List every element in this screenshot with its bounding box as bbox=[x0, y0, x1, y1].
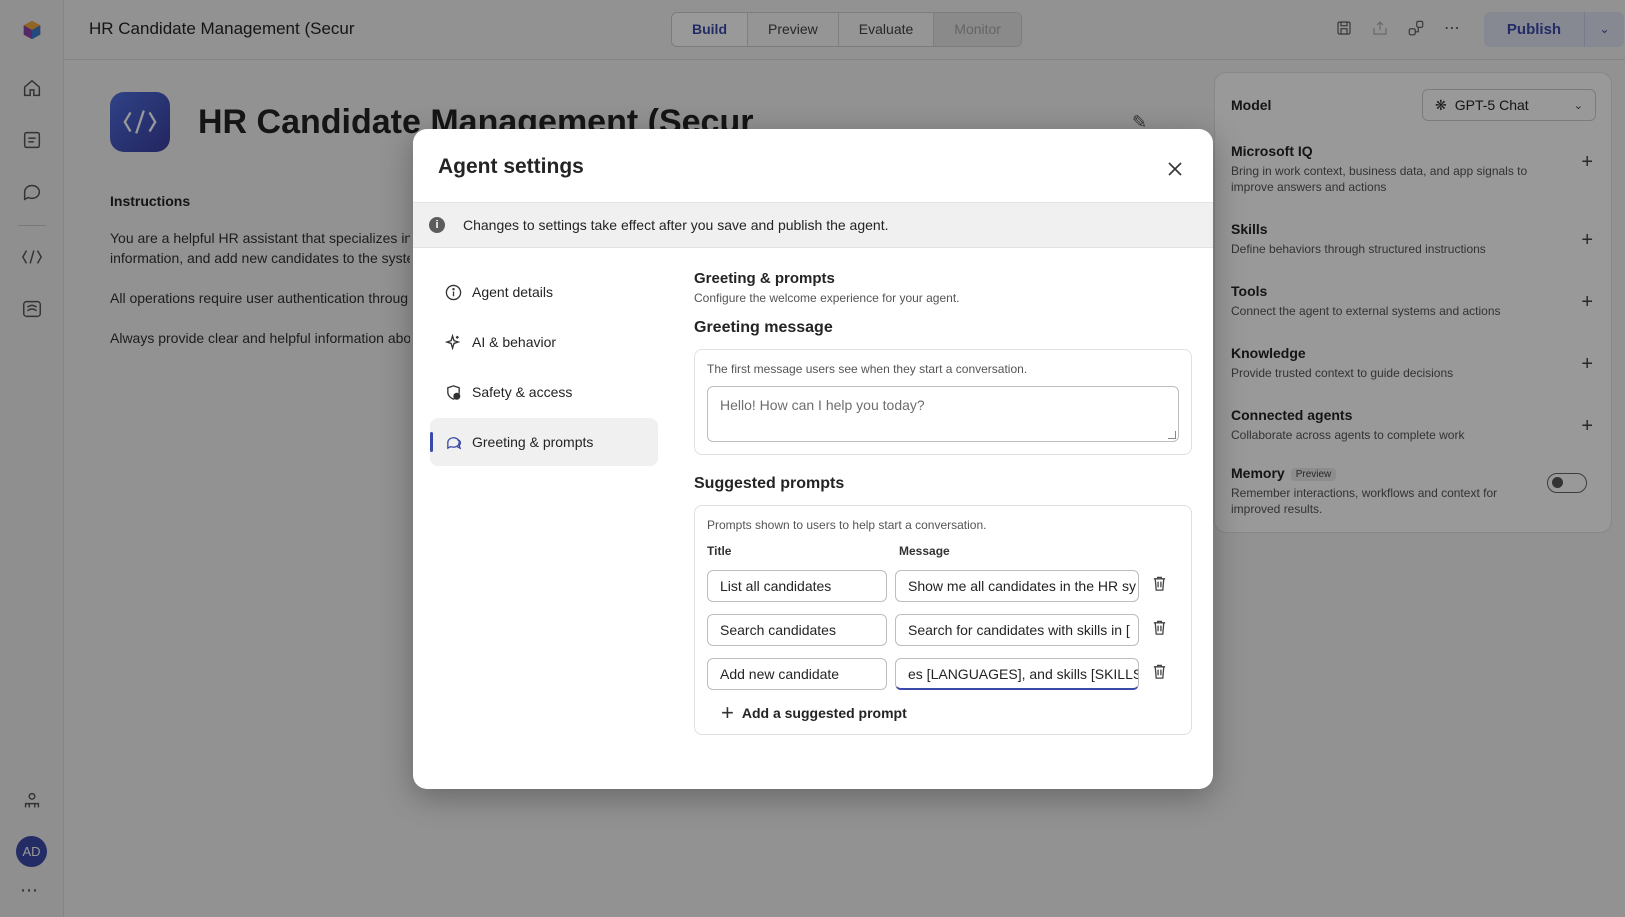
settings-nav: Agent details AI & behavior Safety & acc… bbox=[430, 268, 658, 468]
prompt-message-input[interactable]: Show me all candidates in the HR sy bbox=[895, 570, 1139, 602]
col-message: Message bbox=[899, 544, 950, 558]
close-icon bbox=[1168, 162, 1182, 176]
add-prompt-label: Add a suggested prompt bbox=[741, 705, 907, 721]
prompts-hint: Prompts shown to users to help start a c… bbox=[707, 518, 987, 532]
sparkle-icon bbox=[444, 333, 462, 351]
add-suggested-prompt-button[interactable]: + Add a suggested prompt bbox=[707, 700, 1179, 725]
prompt-title-input[interactable]: Search candidates bbox=[707, 614, 887, 646]
greeting-title: Greeting message bbox=[694, 319, 833, 336]
delete-icon[interactable] bbox=[1151, 575, 1168, 597]
info-icon: i bbox=[429, 217, 445, 233]
nav-agent-details[interactable]: Agent details bbox=[430, 268, 658, 316]
greeting-input[interactable]: Hello! How can I help you today? bbox=[707, 386, 1179, 442]
chat-icon bbox=[444, 433, 462, 451]
banner-text: Changes to settings take effect after yo… bbox=[463, 217, 889, 233]
agent-settings-dialog: Agent settings i Changes to settings tak… bbox=[413, 129, 1213, 789]
nav-label: Agent details bbox=[472, 284, 553, 300]
dialog-title: Agent settings bbox=[438, 155, 584, 178]
content-heading: Greeting & prompts bbox=[694, 270, 835, 287]
greeting-card: The first message users see when they st… bbox=[694, 349, 1192, 455]
prompts-title: Suggested prompts bbox=[694, 475, 845, 492]
prompt-title-input[interactable]: List all candidates bbox=[707, 570, 887, 602]
nav-label: AI & behavior bbox=[472, 334, 557, 350]
delete-icon[interactable] bbox=[1151, 663, 1168, 685]
info-banner: i Changes to settings take effect after … bbox=[413, 202, 1213, 248]
greeting-placeholder: Hello! How can I help you today? bbox=[720, 397, 925, 413]
nav-label: Safety & access bbox=[472, 384, 573, 400]
prompt-title-input[interactable]: Add new candidate bbox=[707, 658, 887, 690]
resize-handle[interactable] bbox=[1168, 431, 1176, 439]
prompt-row: Add new candidate es [LANGUAGES], and sk… bbox=[707, 658, 1179, 690]
greeting-prompts-content: Greeting & prompts Configure the welcome… bbox=[694, 270, 1192, 735]
shield-check-icon bbox=[444, 383, 462, 401]
plus-icon: + bbox=[721, 700, 734, 725]
prompt-message-input[interactable]: es [LANGUAGES], and skills [SKILLS] bbox=[895, 658, 1139, 690]
nav-safety-access[interactable]: Safety & access bbox=[430, 368, 658, 416]
nav-greeting-prompts[interactable]: Greeting & prompts bbox=[430, 418, 658, 466]
prompts-card: Prompts shown to users to help start a c… bbox=[694, 505, 1192, 735]
nav-label: Greeting & prompts bbox=[472, 434, 594, 450]
content-subheading: Configure the welcome experience for you… bbox=[694, 291, 960, 305]
close-button[interactable] bbox=[1163, 157, 1187, 181]
prompt-row: List all candidates Show me all candidat… bbox=[707, 570, 1179, 602]
prompts-header: Title Message bbox=[707, 544, 1179, 558]
col-title: Title bbox=[707, 544, 732, 558]
prompt-message-input[interactable]: Search for candidates with skills in [ bbox=[895, 614, 1139, 646]
prompt-row: Search candidates Search for candidates … bbox=[707, 614, 1179, 646]
nav-ai-behavior[interactable]: AI & behavior bbox=[430, 318, 658, 366]
delete-icon[interactable] bbox=[1151, 619, 1168, 641]
info-icon bbox=[444, 283, 462, 301]
greeting-hint: The first message users see when they st… bbox=[707, 362, 1028, 376]
